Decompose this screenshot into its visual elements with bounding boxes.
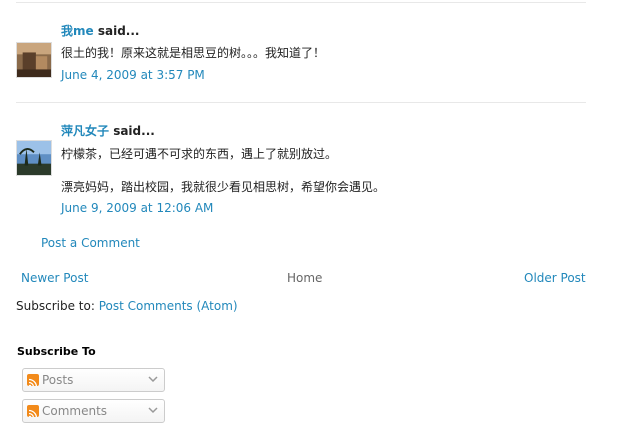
subscribe-widget-title: Subscribe To [17,345,96,358]
subscribe-prefix: Subscribe to: [16,299,99,313]
subscribe-line: Subscribe to: Post Comments (Atom) [16,299,238,313]
said-label: said... [109,124,155,138]
feed-icon [27,405,39,417]
avatar-image-icon [17,141,51,175]
comment-body: 很土的我！原来这就是相思豆的树。。。我知道了！ [61,46,326,60]
older-post-link[interactable]: Older Post [524,271,586,285]
avatar-image-icon [17,43,51,77]
comment-author-line: 我me said... [61,22,139,39]
chevron-down-icon [148,407,158,414]
comment-item: 萍凡女子 said... 柠檬茶，已经可遇不可求的东西，遇上了就别放过。 漂亮妈… [16,120,586,220]
chevron-down-icon [148,376,158,383]
comment-divider [16,102,586,103]
comment-timestamp[interactable]: June 9, 2009 at 12:06 AM [61,201,213,215]
comment-timestamp[interactable]: June 4, 2009 at 3:57 PM [61,68,205,82]
dropdown-label: Posts [42,373,74,387]
top-divider [16,2,586,3]
newer-post-link[interactable]: Newer Post [21,271,88,285]
comment-author-link[interactable]: 萍凡女子 [61,124,109,138]
post-comments-atom-link[interactable]: Post Comments (Atom) [99,299,238,313]
subscribe-posts-dropdown[interactable]: Posts [22,368,165,392]
feed-icon [27,374,39,386]
subscribe-comments-dropdown[interactable]: Comments [22,399,165,423]
home-link[interactable]: Home [287,271,322,285]
comment-body: 漂亮妈妈，踏出校园，我就很少看见相思树，希望你会遇见。 [61,180,386,194]
comment-author-line: 萍凡女子 said... [61,122,155,139]
said-label: said... [93,24,140,38]
comment-author-link[interactable]: 我me [61,24,94,38]
comment-body: 柠檬茶，已经可遇不可求的东西，遇上了就别放过。 [61,147,338,161]
commenter-avatar[interactable] [16,42,52,78]
post-comment-link[interactable]: Post a Comment [41,236,140,250]
dropdown-label: Comments [42,404,108,418]
comment-item: 我me said... 很土的我！原来这就是相思豆的树。。。我知道了！ June… [16,20,586,90]
commenter-avatar[interactable] [16,140,52,176]
